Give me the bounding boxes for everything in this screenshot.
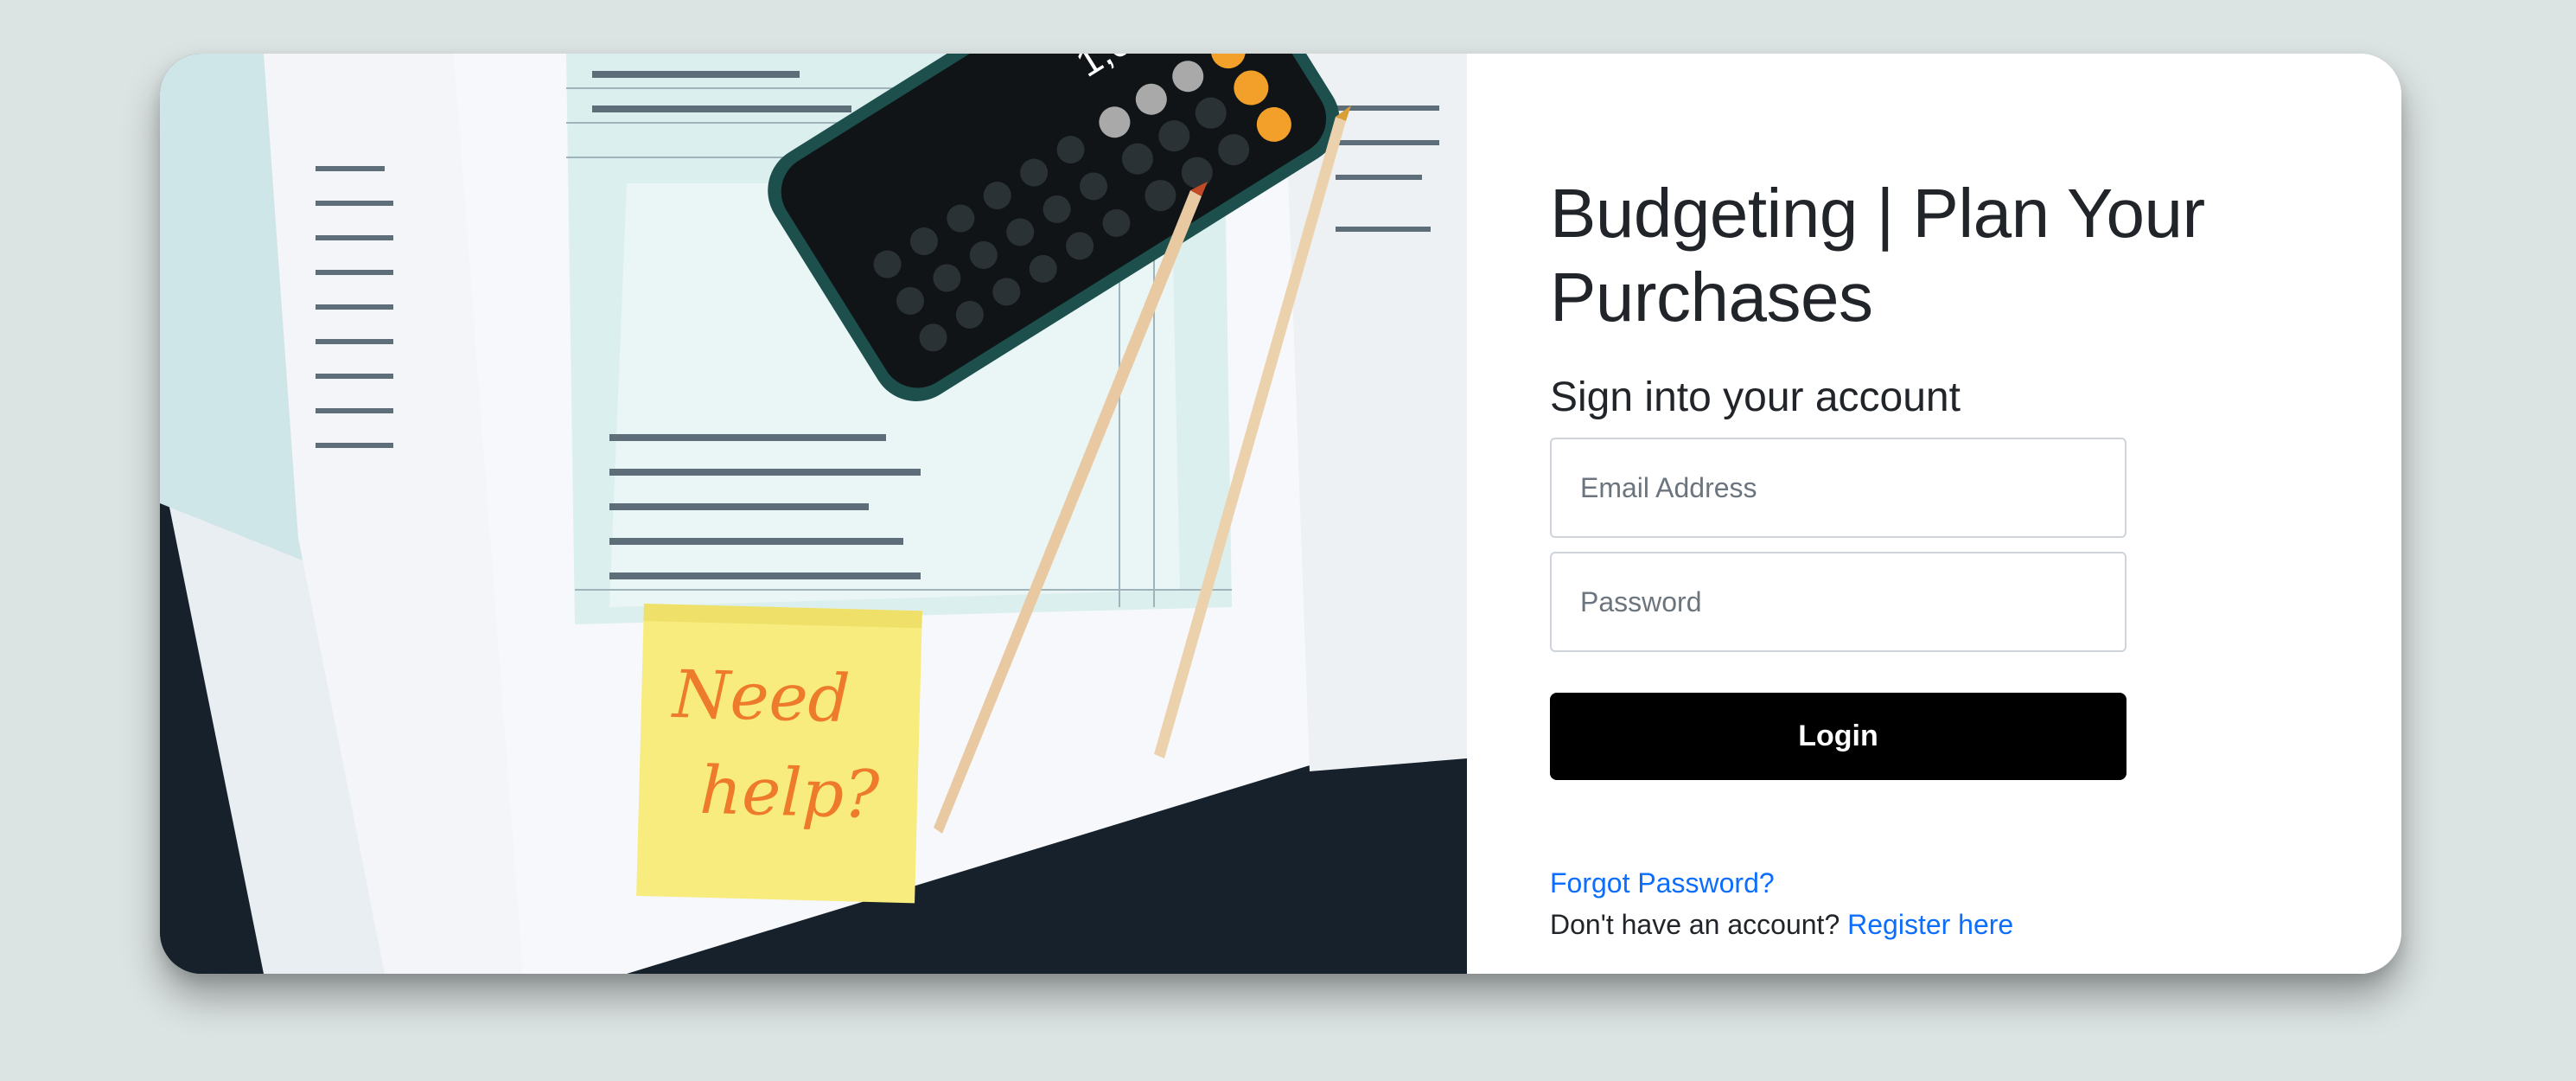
sign-in-subtitle: Sign into your account bbox=[1550, 374, 1961, 420]
email-field[interactable] bbox=[1550, 438, 2126, 538]
no-account-text: Don't have an account? bbox=[1550, 909, 1840, 940]
password-field[interactable] bbox=[1550, 552, 2126, 652]
forgot-password-link[interactable]: Forgot Password? bbox=[1550, 867, 1775, 899]
register-link[interactable]: Register here bbox=[1847, 909, 2013, 940]
register-row: Don't have an account? Register here bbox=[1550, 909, 2013, 941]
login-button[interactable]: Login bbox=[1550, 693, 2126, 780]
sticky-note-line1: Need bbox=[670, 656, 851, 737]
hero-image: 1,000,000 Need help? bbox=[160, 54, 1467, 974]
sticky-note-line2: help? bbox=[698, 752, 881, 833]
page-title: Budgeting | Plan Your Purchases bbox=[1550, 175, 2205, 336]
